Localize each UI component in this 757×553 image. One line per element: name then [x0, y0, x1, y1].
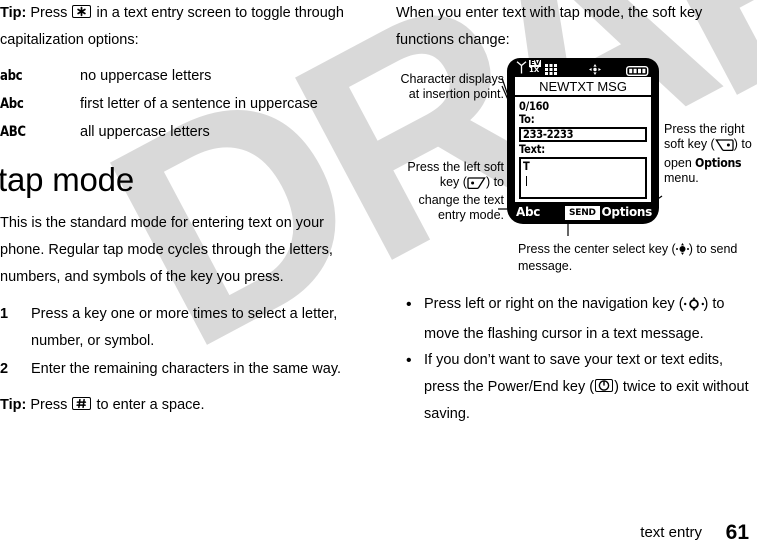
step-1: 1 Press a key one or more times to selec… [0, 301, 360, 355]
text-cursor-icon [526, 176, 527, 186]
ev-1x-network-icon: EV 1X [529, 60, 542, 74]
callout-right-soft-key: Press the right soft key ( ) to open Opt… [664, 122, 756, 186]
step-1-text: Press a key one or more times to select … [31, 306, 338, 349]
text-field-value: T [523, 159, 530, 173]
tip-capitalization: Tip: Press in a text entry screen to tog… [0, 0, 370, 54]
bullet-1-text: Press left or right on the navigation ke… [424, 291, 757, 348]
phone-softkey-bar: Abc SEND Options [507, 204, 659, 222]
bullet-dot-icon: • [406, 296, 412, 313]
step-2-number: 2 [0, 361, 9, 377]
asterisk-key-icon [72, 5, 92, 18]
network-label-bottom: 1X [529, 66, 540, 74]
character-count: 0/160 [519, 99, 549, 113]
tip-text-before: Press [26, 5, 72, 21]
navigation-key-icon [683, 294, 704, 321]
tip-label: Tip: [0, 397, 27, 413]
softkey-left-abc[interactable]: Abc [516, 205, 540, 219]
manual-page: Tip: Press in a text entry screen to tog… [0, 0, 757, 553]
right-soft-key-icon [714, 139, 734, 155]
callout-center-select-key: Press the center select key ( ) to send … [518, 242, 738, 274]
table-row: Abc first letter of a sentence in upperc… [0, 96, 372, 124]
list-item: • If you don’t want to save your text or… [396, 347, 757, 428]
softkey-center-send[interactable]: SEND [565, 206, 600, 220]
callout-right-text-3: menu. [664, 171, 699, 185]
cap-key-ABC: ABC [0, 124, 26, 140]
screen-title: NEWTXT MSG [515, 77, 651, 97]
callout-character-insertion: Character displays at insertion point. [400, 72, 504, 101]
tip-space-key: Tip: Press to enter a space. [0, 392, 360, 419]
step-2: 2 Enter the remaining characters in the … [0, 356, 360, 383]
to-field-input[interactable]: 233-2233 [519, 127, 647, 142]
capitalization-options-table: abc no uppercase letters Abc first lette… [0, 68, 372, 152]
cap-key-abc: abc [0, 68, 23, 84]
cap-desc-ABC: all uppercase letters [80, 124, 210, 140]
cap-key-Abc: Abc [0, 96, 24, 112]
phone-status-bar: EV 1X [507, 60, 659, 77]
screen-fields: 0/160 To: 233-2233 Text: T [515, 97, 651, 200]
power-end-key-icon [595, 379, 614, 392]
page-title: tap mode [0, 161, 134, 198]
text-field-label: Text: [519, 142, 545, 156]
callout-right-options-bold: Options [695, 155, 742, 170]
page-footer: text entry 61 [0, 517, 757, 545]
tip-text-after: to enter a space. [92, 397, 205, 413]
to-field-label: To: [519, 112, 535, 126]
text-field-input[interactable]: T [519, 157, 647, 199]
table-row: abc no uppercase letters [0, 68, 372, 96]
table-row: ABC all uppercase letters [0, 124, 372, 152]
step-2-text: Enter the remaining characters in the sa… [31, 361, 342, 377]
phone-display: NEWTXT MSG 0/160 To: 233-2233 Text: T [515, 77, 651, 202]
list-item: • Press left or right on the navigation … [396, 291, 757, 348]
footer-section-label: text entry [640, 524, 702, 541]
center-select-key-icon [675, 243, 689, 259]
pound-key-icon [72, 397, 92, 410]
to-field-value: 233-2233 [523, 127, 574, 141]
tap-mode-intro-paragraph: This is the standard mode for entering t… [0, 215, 333, 285]
bullet-1-text-1: Press left or right on the navigation ke… [424, 296, 684, 312]
phone-screen-illustration: EV 1X NEWTXT MSG 0/160 To: 233-2233 Text… [507, 58, 659, 233]
step-1-number: 1 [0, 306, 9, 322]
tip-label: Tip: [0, 5, 27, 21]
cap-desc-Abc: first letter of a sentence in uppercase [80, 96, 318, 112]
bullet-dot-icon: • [406, 352, 412, 369]
bullet-2-text: If you don’t want to save your text or t… [424, 347, 757, 428]
tip-text-before: Press [26, 397, 72, 413]
cap-desc-abc: no uppercase letters [80, 68, 212, 84]
left-soft-key-icon [467, 177, 486, 193]
callout-center-text-1: Press the center select key ( [518, 242, 676, 256]
softkey-right-options[interactable]: Options [602, 205, 653, 219]
page-number: 61 [725, 521, 749, 544]
callout-left-soft-key: Press the left soft key ( ) to change th… [396, 160, 504, 223]
